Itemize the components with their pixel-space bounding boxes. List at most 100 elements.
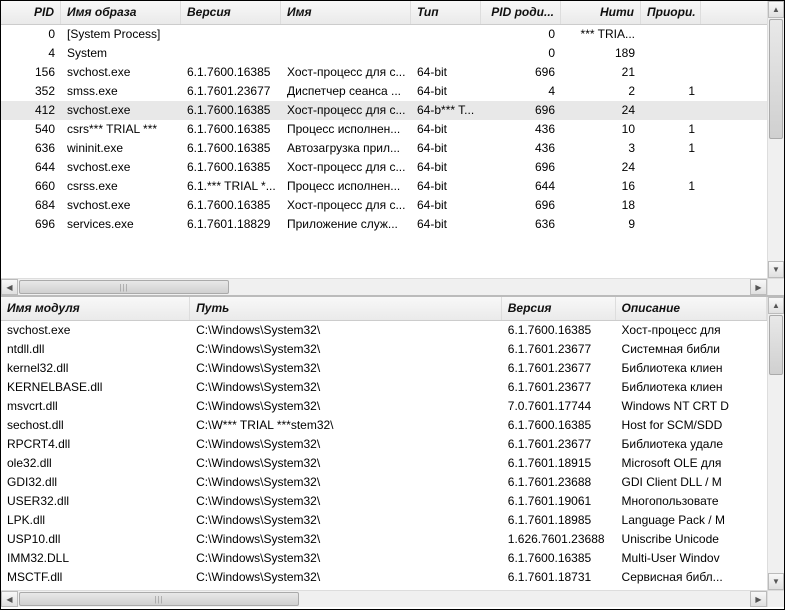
cell-desc: Системная библи (616, 340, 767, 359)
module-row[interactable]: GDI32.dllC:\Windows\System32\6.1.7601.23… (1, 473, 767, 492)
cell-module: msvcrt.dll (1, 397, 190, 416)
cell-pid: 644 (1, 158, 61, 177)
cell-type (411, 44, 481, 63)
module-row[interactable]: RPCRT4.dllC:\Windows\System32\6.1.7601.2… (1, 435, 767, 454)
scroll-up-icon[interactable]: ▲ (768, 297, 784, 314)
process-row[interactable]: 412svchost.exe6.1.7600.16385Хост-процесс… (1, 101, 767, 120)
process-row[interactable]: 0[System Process]0*** TRIA... (1, 25, 767, 44)
cell-image: svchost.exe (61, 63, 181, 82)
cell-version: 6.1.7600.16385 (502, 321, 616, 340)
cell-desc: Uniscribe Unicode (616, 530, 767, 549)
vscroll-top[interactable]: ▲ ▼ (767, 1, 784, 278)
cell-desc: Microsoft OLE для (616, 454, 767, 473)
scroll-down-icon[interactable]: ▼ (768, 261, 784, 278)
hscroll-thumb[interactable] (19, 592, 299, 606)
module-row[interactable]: kernel32.dllC:\Windows\System32\6.1.7601… (1, 359, 767, 378)
vscroll-thumb[interactable] (769, 19, 783, 139)
module-row[interactable]: KERNELBASE.dllC:\Windows\System32\6.1.76… (1, 378, 767, 397)
col-image-name[interactable]: Имя образа (61, 1, 181, 24)
cell-desc: Библиотека клиен (616, 378, 767, 397)
cell-type: 64-bit (411, 63, 481, 82)
process-row[interactable]: 156svchost.exe6.1.7600.16385Хост-процесс… (1, 63, 767, 82)
cell-path: C:\W*** TRIAL ***stem32\ (190, 416, 502, 435)
module-row[interactable]: sechost.dllC:\W*** TRIAL ***stem32\6.1.7… (1, 416, 767, 435)
col-path[interactable]: Путь (190, 297, 502, 320)
processes-header: PID Имя образа Версия Имя Тип PID роди..… (1, 1, 767, 25)
cell-threads: 24 (561, 101, 641, 120)
process-row[interactable]: 696services.exe6.1.7601.18829Приложение … (1, 215, 767, 234)
scroll-right-icon[interactable]: ▶ (750, 591, 767, 607)
process-row[interactable]: 644svchost.exe6.1.7600.16385Хост-процесс… (1, 158, 767, 177)
col-version[interactable]: Версия (181, 1, 281, 24)
cell-version: 6.1.*** TRIAL *... (181, 177, 281, 196)
cell-desc: Библиотека клиен (616, 359, 767, 378)
cell-parent: 436 (481, 120, 561, 139)
cell-version: 6.1.7600.16385 (181, 158, 281, 177)
processes-pane: PID Имя образа Версия Имя Тип PID роди..… (1, 1, 784, 297)
module-row[interactable]: MSCTF.dllC:\Windows\System32\6.1.7601.18… (1, 568, 767, 587)
col-module-version[interactable]: Версия (502, 297, 616, 320)
modules-header: Имя модуля Путь Версия Описание (1, 297, 767, 321)
module-row[interactable]: msvcrt.dllC:\Windows\System32\7.0.7601.1… (1, 397, 767, 416)
cell-path: C:\Windows\System32\ (190, 568, 502, 587)
hscroll-top[interactable]: ◀ ▶ (1, 278, 767, 295)
cell-version: 6.1.7600.16385 (181, 120, 281, 139)
cell-module: KERNELBASE.dll (1, 378, 190, 397)
cell-version: 6.1.7601.23677 (181, 82, 281, 101)
cell-image: csrss.exe (61, 177, 181, 196)
module-row[interactable]: USP10.dllC:\Windows\System32\1.626.7601.… (1, 530, 767, 549)
process-row[interactable]: 540csrs*** TRIAL ***6.1.7600.16385Процес… (1, 120, 767, 139)
cell-version (181, 44, 281, 63)
col-description[interactable]: Описание (616, 297, 767, 320)
scroll-right-icon[interactable]: ▶ (750, 279, 767, 295)
col-priority[interactable]: Приори. (641, 1, 701, 24)
cell-module: RPCRT4.dll (1, 435, 190, 454)
col-threads[interactable]: Нити (561, 1, 641, 24)
cell-prio (641, 63, 701, 82)
scroll-corner (767, 590, 784, 607)
scroll-left-icon[interactable]: ◀ (1, 279, 18, 295)
cell-image: svchost.exe (61, 101, 181, 120)
cell-image: csrs*** TRIAL *** (61, 120, 181, 139)
cell-threads: 10 (561, 120, 641, 139)
cell-path: C:\Windows\System32\ (190, 473, 502, 492)
cell-type (411, 25, 481, 44)
process-row[interactable]: 352smss.exe6.1.7601.23677Диспетчер сеанс… (1, 82, 767, 101)
cell-desc: Библиотека удале (616, 435, 767, 454)
process-row[interactable]: 684svchost.exe6.1.7600.16385Хост-процесс… (1, 196, 767, 215)
cell-pid: 156 (1, 63, 61, 82)
scroll-left-icon[interactable]: ◀ (1, 591, 18, 607)
process-row[interactable]: 660csrss.exe6.1.*** TRIAL *...Процесс ис… (1, 177, 767, 196)
cell-path: C:\Windows\System32\ (190, 530, 502, 549)
module-row[interactable]: ntdll.dllC:\Windows\System32\6.1.7601.23… (1, 340, 767, 359)
process-row[interactable]: 636wininit.exe6.1.7600.16385Автозагрузка… (1, 139, 767, 158)
module-row[interactable]: USER32.dllC:\Windows\System32\6.1.7601.1… (1, 492, 767, 511)
cell-image: [System Process] (61, 25, 181, 44)
col-parent-pid[interactable]: PID роди... (481, 1, 561, 24)
cell-threads: 9 (561, 215, 641, 234)
col-name[interactable]: Имя (281, 1, 411, 24)
module-row[interactable]: LPK.dllC:\Windows\System32\6.1.7601.1898… (1, 511, 767, 530)
col-pid[interactable]: PID (1, 1, 61, 24)
cell-parent: 436 (481, 139, 561, 158)
cell-path: C:\Windows\System32\ (190, 321, 502, 340)
vscroll-bottom[interactable]: ▲ ▼ (767, 297, 784, 590)
cell-threads: *** TRIA... (561, 25, 641, 44)
scroll-down-icon[interactable]: ▼ (768, 573, 784, 590)
cell-version: 6.1.7601.23677 (502, 359, 616, 378)
cell-name (281, 25, 411, 44)
hscroll-thumb[interactable] (19, 280, 229, 294)
scroll-up-icon[interactable]: ▲ (768, 1, 784, 18)
module-row[interactable]: ole32.dllC:\Windows\System32\6.1.7601.18… (1, 454, 767, 473)
cell-desc: Windows NT CRT D (616, 397, 767, 416)
cell-version: 6.1.7601.18731 (502, 568, 616, 587)
cell-prio (641, 44, 701, 63)
cell-module: USP10.dll (1, 530, 190, 549)
col-type[interactable]: Тип (411, 1, 481, 24)
vscroll-thumb[interactable] (769, 315, 783, 375)
col-module-name[interactable]: Имя модуля (1, 297, 190, 320)
module-row[interactable]: svchost.exeC:\Windows\System32\6.1.7600.… (1, 321, 767, 340)
module-row[interactable]: IMM32.DLLC:\Windows\System32\6.1.7600.16… (1, 549, 767, 568)
process-row[interactable]: 4System0189 (1, 44, 767, 63)
hscroll-bottom[interactable]: ◀ ▶ (1, 590, 767, 607)
